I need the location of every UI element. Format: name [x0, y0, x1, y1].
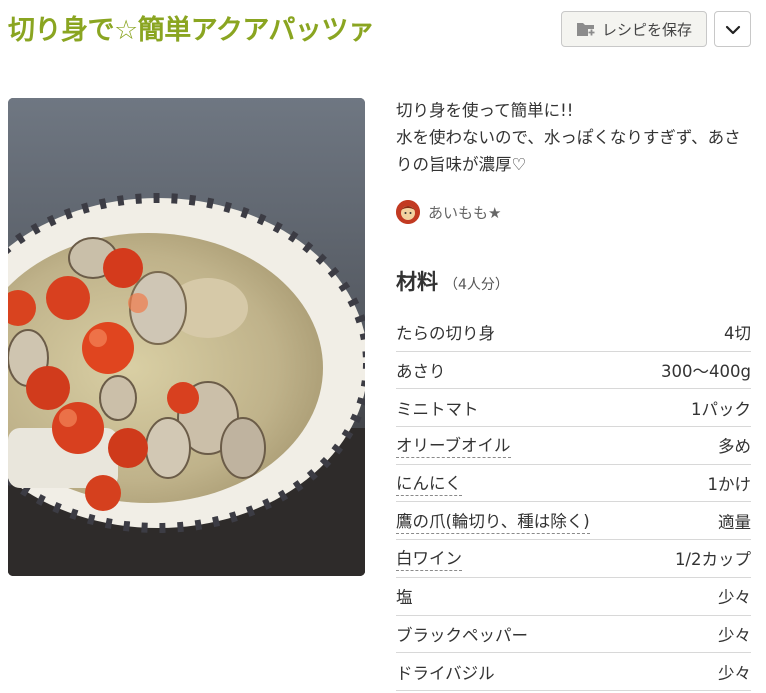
ingredient-name: ミニトマト	[396, 399, 479, 419]
ingredient-row: ドライバジル 少々	[396, 653, 751, 691]
description-line: りの旨味が濃厚♡	[396, 155, 527, 174]
ingredient-row: 塩 少々	[396, 578, 751, 616]
ingredient-quantity: 少々	[718, 625, 751, 645]
ingredient-name: たらの切り身	[396, 324, 495, 344]
ingredient-row: にんにく 1かけ	[396, 465, 751, 503]
ingredient-quantity: 少々	[718, 588, 751, 608]
ingredient-link[interactable]: オリーブオイル	[396, 432, 511, 459]
ingredient-name: あさり	[396, 362, 446, 382]
ingredients-servings: （4人分）	[444, 277, 509, 293]
ingredient-quantity: 4切	[724, 324, 751, 344]
ingredient-link[interactable]: 白ワイン	[396, 545, 462, 572]
more-menu-button[interactable]	[714, 11, 751, 47]
ingredient-row: あさり 300〜400g	[396, 352, 751, 390]
ingredient-name: ブラックペッパー	[396, 625, 528, 645]
recipe-title: 切り身で☆簡単アクアパッツァ	[8, 15, 375, 46]
recipe-photo	[8, 98, 365, 576]
ingredient-quantity: 適量	[718, 512, 751, 532]
ingredient-name: ドライバジル	[396, 663, 495, 683]
ingredients-header: 材料 （4人分）	[396, 266, 509, 296]
ingredient-row: 鷹の爪(輪切り、種は除く) 適量	[396, 502, 751, 541]
ingredient-row: オリーブオイル 多め	[396, 427, 751, 465]
description-line: 水を使わないので、水っぽくなりすぎず、あさ	[396, 128, 741, 147]
author-name: あいもも★	[428, 203, 502, 222]
ingredient-quantity: 1かけ	[707, 475, 752, 495]
recipe-description: 切り身を使って簡単に!! 水を使わないので、水っぽくなりすぎず、あさ りの旨味が…	[396, 97, 756, 178]
ingredients-list: たらの切り身 4切 あさり 300〜400g ミニトマト 1パック オリーブオイ…	[396, 314, 751, 691]
avatar	[396, 200, 420, 224]
folder-plus-icon	[576, 20, 596, 38]
description-line: 切り身を使って簡単に!!	[396, 101, 574, 120]
save-recipe-button[interactable]: レシピを保存	[561, 11, 707, 47]
ingredient-row: 白ワイン 1/2カップ	[396, 540, 751, 578]
ingredient-link[interactable]: 鷹の爪(輪切り、種は除く)	[396, 508, 590, 534]
ingredients-title: 材料	[396, 270, 438, 294]
ingredient-link[interactable]: にんにく	[396, 470, 462, 497]
ingredient-quantity: 1/2カップ	[674, 550, 751, 570]
ingredient-name: 塩	[396, 588, 413, 608]
ingredient-quantity: 多め	[718, 437, 751, 457]
ingredient-row: ミニトマト 1パック	[396, 389, 751, 428]
chevron-down-icon	[725, 20, 741, 39]
ingredient-quantity: 300〜400g	[661, 362, 751, 382]
ingredient-quantity: 少々	[718, 663, 751, 683]
ingredient-row: たらの切り身 4切	[396, 314, 751, 352]
ingredient-row: ブラックペッパー 少々	[396, 616, 751, 654]
ingredient-quantity: 1パック	[691, 399, 751, 419]
save-recipe-label: レシピを保存	[601, 20, 692, 39]
author-link[interactable]: あいもも★	[396, 200, 501, 224]
